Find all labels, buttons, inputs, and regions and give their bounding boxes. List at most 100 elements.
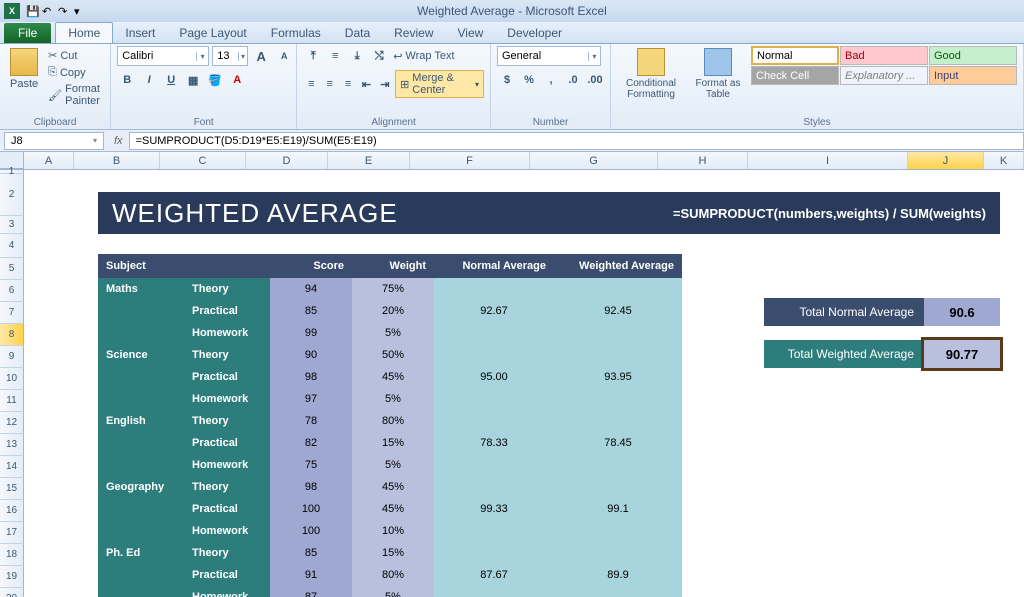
orientation-button[interactable]: ⤭: [369, 46, 389, 66]
name-box[interactable]: J8▾: [4, 132, 104, 150]
row-header[interactable]: 13: [0, 434, 24, 456]
style-input[interactable]: Input: [929, 66, 1017, 85]
align-center-button[interactable]: ≡: [322, 74, 338, 94]
number-format-input[interactable]: [498, 50, 588, 62]
indent-dec-button[interactable]: ⇤: [358, 74, 374, 94]
col-header[interactable]: C: [160, 152, 246, 169]
chevron-down-icon[interactable]: ▾: [238, 52, 247, 61]
row-header[interactable]: 20: [0, 588, 24, 597]
currency-button[interactable]: $: [497, 70, 517, 90]
formula-input[interactable]: =SUMPRODUCT(D5:D19*E5:E19)/SUM(E5:E19): [129, 132, 1024, 150]
style-explanatory[interactable]: Explanatory ...: [840, 66, 928, 85]
align-right-button[interactable]: ≡: [340, 74, 356, 94]
align-middle-button[interactable]: ≡: [325, 46, 345, 66]
tab-data[interactable]: Data: [333, 23, 382, 43]
hdr-blank: [184, 254, 270, 278]
qat-more-icon[interactable]: ▾: [74, 5, 86, 17]
shrink-font-button[interactable]: A: [274, 46, 294, 66]
tab-formulas[interactable]: Formulas: [259, 23, 333, 43]
chevron-down-icon[interactable]: ▾: [196, 52, 208, 61]
percent-button[interactable]: %: [519, 70, 539, 90]
qat-redo-icon[interactable]: ↷: [58, 5, 70, 17]
qat-save-icon[interactable]: 💾: [26, 5, 38, 17]
underline-button[interactable]: U: [161, 70, 181, 90]
format-as-table-button[interactable]: Format as Table: [689, 46, 747, 102]
hdr-weight: Weight: [352, 254, 434, 278]
tab-page-layout[interactable]: Page Layout: [167, 23, 258, 43]
col-header[interactable]: I: [748, 152, 908, 169]
style-normal[interactable]: Normal: [751, 46, 839, 65]
chevron-down-icon[interactable]: ▾: [588, 52, 600, 61]
cells-area[interactable]: WEIGHTED AVERAGE =SUMPRODUCT(numbers,wei…: [24, 170, 1024, 597]
row-header[interactable]: 5: [0, 258, 24, 280]
spreadsheet-grid[interactable]: A B C D E F G H I J K 123456789101112131…: [0, 152, 1024, 597]
cell-score: 75: [270, 454, 352, 476]
tab-insert[interactable]: Insert: [113, 23, 167, 43]
row-header[interactable]: 7: [0, 302, 24, 324]
font-name-combo[interactable]: ▾: [117, 46, 209, 66]
style-check-cell[interactable]: Check Cell: [751, 66, 839, 85]
row-header[interactable]: 18: [0, 544, 24, 566]
fill-color-button[interactable]: 🪣: [205, 70, 225, 90]
cell-subject: Ph. Ed: [98, 542, 184, 564]
row-header[interactable]: 14: [0, 456, 24, 478]
align-left-button[interactable]: ≡: [303, 74, 319, 94]
row-header[interactable]: 2: [0, 174, 24, 216]
row-header[interactable]: 15: [0, 478, 24, 500]
row-header[interactable]: 4: [0, 234, 24, 258]
bold-button[interactable]: B: [117, 70, 137, 90]
row-header[interactable]: 6: [0, 280, 24, 302]
merge-center-button[interactable]: ⊞Merge & Center▾: [395, 70, 484, 98]
align-bottom-button[interactable]: ⤓: [347, 46, 367, 66]
conditional-formatting-button[interactable]: Conditional Formatting: [617, 46, 685, 102]
copy-button[interactable]: ⎘Copy: [46, 65, 104, 80]
col-header[interactable]: F: [410, 152, 530, 169]
comma-button[interactable]: ,: [541, 70, 561, 90]
wrap-text-button[interactable]: ↩Wrap Text: [391, 49, 456, 64]
paste-button[interactable]: Paste: [6, 46, 42, 92]
format-painter-button[interactable]: 🖌Format Painter: [46, 82, 104, 108]
font-size-combo[interactable]: ▾: [212, 46, 248, 66]
row-header[interactable]: 11: [0, 390, 24, 412]
cell-score: 85: [270, 542, 352, 564]
row-header[interactable]: 8: [0, 324, 24, 346]
tab-review[interactable]: Review: [382, 23, 445, 43]
chevron-down-icon[interactable]: ▾: [93, 136, 97, 145]
row-header[interactable]: 9: [0, 346, 24, 368]
col-header[interactable]: K: [984, 152, 1024, 169]
col-header[interactable]: H: [658, 152, 748, 169]
cut-button[interactable]: ✂Cut: [46, 48, 104, 63]
col-header[interactable]: G: [530, 152, 658, 169]
indent-inc-button[interactable]: ⇥: [377, 74, 393, 94]
tab-view[interactable]: View: [446, 23, 496, 43]
row-header[interactable]: 10: [0, 368, 24, 390]
grow-font-button[interactable]: A: [251, 46, 271, 66]
file-tab[interactable]: File: [4, 23, 51, 43]
tab-developer[interactable]: Developer: [495, 23, 574, 43]
row-header[interactable]: 19: [0, 566, 24, 588]
italic-button[interactable]: I: [139, 70, 159, 90]
inc-decimal-button[interactable]: .0: [563, 70, 583, 90]
col-header[interactable]: J: [908, 152, 984, 169]
style-bad[interactable]: Bad: [840, 46, 928, 65]
row-header[interactable]: 3: [0, 216, 24, 234]
fx-icon[interactable]: fx: [114, 135, 123, 147]
qat-undo-icon[interactable]: ↶: [42, 5, 54, 17]
style-good[interactable]: Good: [929, 46, 1017, 65]
font-name-input[interactable]: [118, 50, 196, 62]
font-color-button[interactable]: A: [227, 70, 247, 90]
col-header[interactable]: E: [328, 152, 410, 169]
col-header[interactable]: B: [74, 152, 160, 169]
cell-score: 91: [270, 564, 352, 586]
tab-home[interactable]: Home: [55, 22, 113, 43]
number-format-combo[interactable]: ▾: [497, 46, 601, 66]
col-header[interactable]: D: [246, 152, 328, 169]
row-header[interactable]: 16: [0, 500, 24, 522]
col-header[interactable]: A: [24, 152, 74, 169]
row-header[interactable]: 12: [0, 412, 24, 434]
row-header[interactable]: 17: [0, 522, 24, 544]
border-button[interactable]: ▦: [183, 70, 203, 90]
dec-decimal-button[interactable]: .00: [585, 70, 605, 90]
align-top-button[interactable]: ⤒: [303, 46, 323, 66]
font-size-input[interactable]: [213, 50, 238, 62]
